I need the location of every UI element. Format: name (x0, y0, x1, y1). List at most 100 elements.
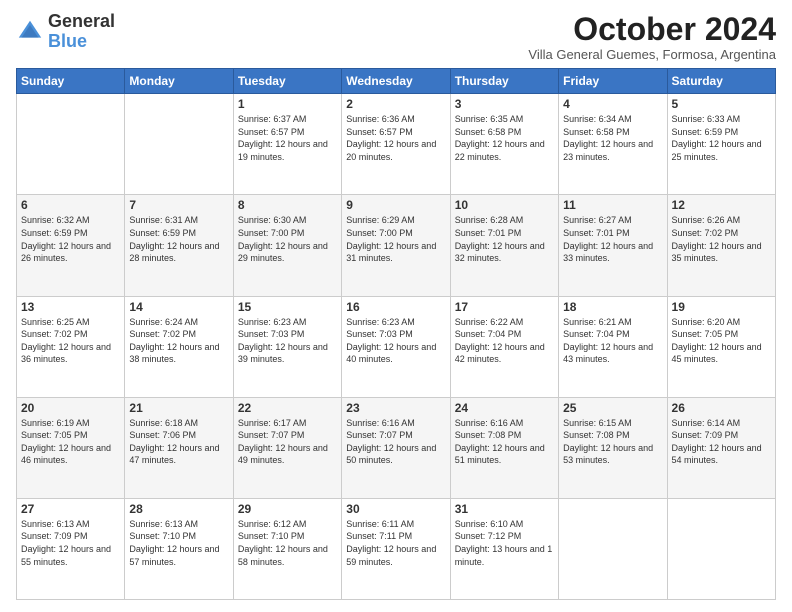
day-number: 27 (21, 502, 120, 516)
table-row: 17 Sunrise: 6:22 AM Sunset: 7:04 PM Dayli… (450, 296, 558, 397)
table-row: 9Sunrise: 6:29 AM Sunset: 7:00 PM Daylig… (342, 195, 450, 296)
cell-content: Sunrise: 6:12 AM Sunset: 7:10 PM Dayligh… (238, 518, 337, 568)
table-row: 21 Sunrise: 6:18 AM Sunset: 7:06 PM Dayli… (125, 397, 233, 498)
table-row (559, 498, 667, 599)
calendar-week-row: 6 Sunrise: 6:32 AM Sunset: 6:59 PM Daylig… (17, 195, 776, 296)
table-row: 12 Sunrise: 6:26 AM Sunset: 7:02 PM Dayli… (667, 195, 775, 296)
cell-content: Sunrise: 6:26 AM Sunset: 7:02 PM Dayligh… (672, 214, 771, 264)
cell-content: Sunrise: 6:15 AM Sunset: 7:08 PM Dayligh… (563, 417, 662, 467)
table-row: 4 Sunrise: 6:34 AM Sunset: 6:58 PM Daylig… (559, 94, 667, 195)
col-tuesday: Tuesday (233, 69, 341, 94)
table-row: 31 Sunrise: 6:10 AM Sunset: 7:12 PM Dayli… (450, 498, 558, 599)
table-row: 26 Sunrise: 6:14 AM Sunset: 7:09 PM Dayli… (667, 397, 775, 498)
table-row: 28 Sunrise: 6:13 AM Sunset: 7:10 PM Dayli… (125, 498, 233, 599)
header: General Blue October 2024 Villa General … (16, 12, 776, 62)
day-number: 9 (346, 198, 445, 212)
table-row: 22 Sunrise: 6:17 AM Sunset: 7:07 PM Dayli… (233, 397, 341, 498)
cell-content: Sunrise: 6:31 AM Sunset: 6:59 PM Dayligh… (129, 214, 228, 264)
cell-content: Sunrise: 6:22 AM Sunset: 7:04 PM Dayligh… (455, 316, 554, 366)
day-number: 12 (672, 198, 771, 212)
calendar-week-row: 27 Sunrise: 6:13 AM Sunset: 7:09 PM Dayli… (17, 498, 776, 599)
day-number: 6 (21, 198, 120, 212)
day-number: 30 (346, 502, 445, 516)
cell-content: Sunrise: 6:14 AM Sunset: 7:09 PM Dayligh… (672, 417, 771, 467)
cell-content: Sunrise: 6:21 AM Sunset: 7:04 PM Dayligh… (563, 316, 662, 366)
table-row (125, 94, 233, 195)
cell-content: Sunrise: 6:19 AM Sunset: 7:05 PM Dayligh… (21, 417, 120, 467)
day-number: 1 (238, 97, 337, 111)
table-row: 8Sunrise: 6:30 AM Sunset: 7:00 PM Daylig… (233, 195, 341, 296)
table-row: 30Sunrise: 6:11 AM Sunset: 7:11 PM Dayli… (342, 498, 450, 599)
col-wednesday: Wednesday (342, 69, 450, 94)
calendar-week-row: 1 Sunrise: 6:37 AM Sunset: 6:57 PM Daylig… (17, 94, 776, 195)
table-row: 5 Sunrise: 6:33 AM Sunset: 6:59 PM Daylig… (667, 94, 775, 195)
calendar-week-row: 13Sunrise: 6:25 AM Sunset: 7:02 PM Dayli… (17, 296, 776, 397)
day-number: 5 (672, 97, 771, 111)
cell-content: Sunrise: 6:13 AM Sunset: 7:10 PM Dayligh… (129, 518, 228, 568)
col-saturday: Saturday (667, 69, 775, 94)
cell-content: Sunrise: 6:10 AM Sunset: 7:12 PM Dayligh… (455, 518, 554, 568)
day-number: 2 (346, 97, 445, 111)
day-number: 10 (455, 198, 554, 212)
table-row: 2Sunrise: 6:36 AM Sunset: 6:57 PM Daylig… (342, 94, 450, 195)
day-number: 31 (455, 502, 554, 516)
day-number: 17 (455, 300, 554, 314)
day-number: 28 (129, 502, 228, 516)
table-row: 13Sunrise: 6:25 AM Sunset: 7:02 PM Dayli… (17, 296, 125, 397)
day-number: 24 (455, 401, 554, 415)
month-title: October 2024 (528, 12, 776, 47)
table-row: 14 Sunrise: 6:24 AM Sunset: 7:02 PM Dayli… (125, 296, 233, 397)
table-row: 19Sunrise: 6:20 AM Sunset: 7:05 PM Dayli… (667, 296, 775, 397)
table-row: 11 Sunrise: 6:27 AM Sunset: 7:01 PM Dayli… (559, 195, 667, 296)
cell-content: Sunrise: 6:28 AM Sunset: 7:01 PM Dayligh… (455, 214, 554, 264)
title-block: October 2024 Villa General Guemes, Formo… (528, 12, 776, 62)
table-row: 23Sunrise: 6:16 AM Sunset: 7:07 PM Dayli… (342, 397, 450, 498)
calendar-table: Sunday Monday Tuesday Wednesday Thursday… (16, 68, 776, 600)
cell-content: Sunrise: 6:17 AM Sunset: 7:07 PM Dayligh… (238, 417, 337, 467)
cell-content: Sunrise: 6:13 AM Sunset: 7:09 PM Dayligh… (21, 518, 120, 568)
table-row: 25Sunrise: 6:15 AM Sunset: 7:08 PM Dayli… (559, 397, 667, 498)
table-row: 3Sunrise: 6:35 AM Sunset: 6:58 PM Daylig… (450, 94, 558, 195)
logo-blue: Blue (48, 31, 87, 51)
day-number: 23 (346, 401, 445, 415)
day-number: 18 (563, 300, 662, 314)
page: General Blue October 2024 Villa General … (0, 0, 792, 612)
day-number: 4 (563, 97, 662, 111)
cell-content: Sunrise: 6:20 AM Sunset: 7:05 PM Dayligh… (672, 316, 771, 366)
table-row: 16Sunrise: 6:23 AM Sunset: 7:03 PM Dayli… (342, 296, 450, 397)
table-row: 29Sunrise: 6:12 AM Sunset: 7:10 PM Dayli… (233, 498, 341, 599)
day-number: 21 (129, 401, 228, 415)
table-row: 27 Sunrise: 6:13 AM Sunset: 7:09 PM Dayli… (17, 498, 125, 599)
day-number: 11 (563, 198, 662, 212)
day-number: 14 (129, 300, 228, 314)
table-row: 7Sunrise: 6:31 AM Sunset: 6:59 PM Daylig… (125, 195, 233, 296)
cell-content: Sunrise: 6:18 AM Sunset: 7:06 PM Dayligh… (129, 417, 228, 467)
day-number: 26 (672, 401, 771, 415)
cell-content: Sunrise: 6:23 AM Sunset: 7:03 PM Dayligh… (238, 316, 337, 366)
day-number: 20 (21, 401, 120, 415)
day-number: 22 (238, 401, 337, 415)
day-number: 3 (455, 97, 554, 111)
cell-content: Sunrise: 6:33 AM Sunset: 6:59 PM Dayligh… (672, 113, 771, 163)
calendar-header-row: Sunday Monday Tuesday Wednesday Thursday… (17, 69, 776, 94)
cell-content: Sunrise: 6:30 AM Sunset: 7:00 PM Dayligh… (238, 214, 337, 264)
cell-content: Sunrise: 6:32 AM Sunset: 6:59 PM Dayligh… (21, 214, 120, 264)
logo: General Blue (16, 12, 115, 52)
table-row: 6 Sunrise: 6:32 AM Sunset: 6:59 PM Daylig… (17, 195, 125, 296)
cell-content: Sunrise: 6:16 AM Sunset: 7:08 PM Dayligh… (455, 417, 554, 467)
table-row: 15 Sunrise: 6:23 AM Sunset: 7:03 PM Dayli… (233, 296, 341, 397)
day-number: 15 (238, 300, 337, 314)
table-row (17, 94, 125, 195)
col-sunday: Sunday (17, 69, 125, 94)
table-row: 18 Sunrise: 6:21 AM Sunset: 7:04 PM Dayli… (559, 296, 667, 397)
cell-content: Sunrise: 6:34 AM Sunset: 6:58 PM Dayligh… (563, 113, 662, 163)
table-row: 10 Sunrise: 6:28 AM Sunset: 7:01 PM Dayli… (450, 195, 558, 296)
logo-text: General Blue (48, 12, 115, 52)
col-friday: Friday (559, 69, 667, 94)
col-monday: Monday (125, 69, 233, 94)
cell-content: Sunrise: 6:24 AM Sunset: 7:02 PM Dayligh… (129, 316, 228, 366)
col-thursday: Thursday (450, 69, 558, 94)
cell-content: Sunrise: 6:37 AM Sunset: 6:57 PM Dayligh… (238, 113, 337, 163)
cell-content: Sunrise: 6:25 AM Sunset: 7:02 PM Dayligh… (21, 316, 120, 366)
cell-content: Sunrise: 6:27 AM Sunset: 7:01 PM Dayligh… (563, 214, 662, 264)
